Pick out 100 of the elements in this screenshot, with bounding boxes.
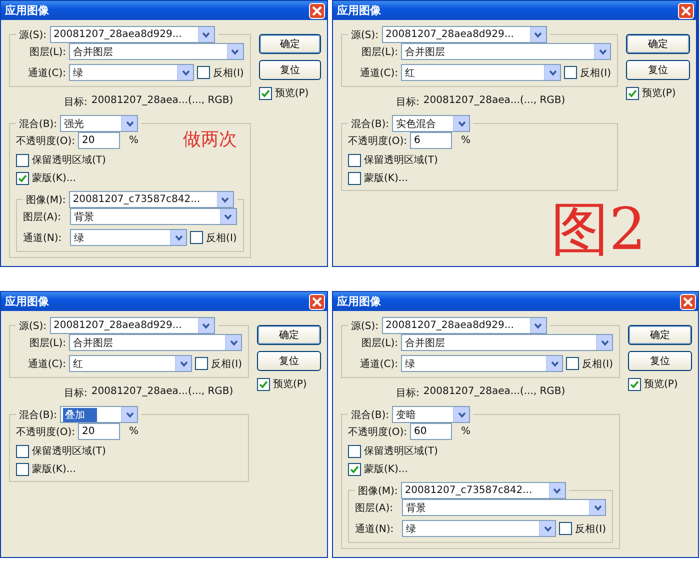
preserve-checkbox[interactable] (348, 444, 361, 458)
percent-unit: % (461, 135, 471, 146)
channel-label: 通道(C): (358, 358, 398, 370)
preview-label: 预览(P) (642, 87, 676, 100)
blend-label: 混合(B): (19, 118, 58, 130)
invert-checkbox[interactable] (195, 357, 208, 370)
dialog-button[interactable]: 确定 (628, 325, 692, 345)
dialog-button[interactable]: 确定 (257, 325, 321, 345)
preview-checkbox[interactable] (628, 378, 641, 390)
invert-checkbox[interactable] (190, 231, 204, 244)
caret-icon (546, 356, 562, 371)
preserve-label: 保留透明区域(T) (364, 154, 438, 167)
opacity-field[interactable]: 20 (78, 132, 120, 149)
source-dropdown[interactable]: 20081207_28aea8d929... (50, 26, 215, 43)
invert-checkbox[interactable] (566, 357, 580, 370)
caret-icon (453, 116, 470, 131)
channel-dropdown[interactable]: 红 (69, 355, 192, 372)
image-label: 图像(M): (26, 194, 66, 206)
mask-checkbox[interactable] (348, 462, 361, 476)
opacity-field[interactable]: 6 (410, 132, 452, 149)
caret-icon (220, 209, 236, 224)
blend-dropdown[interactable]: 叠加 (60, 406, 138, 423)
caret-icon (530, 27, 546, 42)
close-button[interactable] (680, 294, 696, 310)
dialog-button[interactable]: 确定 (626, 34, 690, 54)
layer-dropdown[interactable]: 背景 (70, 208, 237, 225)
close-button[interactable] (309, 294, 325, 310)
channel-label: 通道(C): (358, 66, 398, 80)
layer-label: 图层(L): (360, 336, 398, 350)
channel-label: 通道(N): (355, 522, 395, 536)
source-dropdown[interactable]: 20081207_28aea8d929... (382, 317, 547, 334)
preview-checkbox[interactable] (258, 86, 272, 100)
invert-label: 反相(I) (211, 358, 242, 370)
mask-checkbox[interactable] (348, 172, 361, 184)
blend-label: 混合(B): (351, 408, 390, 422)
image-dropdown[interactable]: 20081207_c73587c842... (68, 191, 234, 208)
dialog-button[interactable]: 复位 (626, 60, 690, 80)
image-dropdown[interactable]: 20081207_c73587c842... (400, 482, 566, 499)
blend-dropdown[interactable]: 实色混合 (392, 115, 470, 132)
blend-dropdown[interactable]: 强光 (60, 115, 138, 132)
dialog-button[interactable]: 复位 (628, 351, 692, 371)
source-label: 源(S): (351, 320, 379, 332)
blend-dropdown[interactable]: 变暗 (392, 406, 470, 423)
mask-checkbox[interactable] (16, 462, 29, 476)
target-label: 目标: (64, 386, 88, 400)
preserve-checkbox[interactable] (16, 444, 29, 458)
caret-icon (530, 318, 546, 333)
caret-icon (175, 356, 192, 371)
layer-dropdown[interactable]: 合并图层 (69, 334, 242, 351)
blend-label: 混合(B): (351, 118, 390, 130)
preview-label: 预览(P) (273, 378, 307, 391)
close-button[interactable] (309, 2, 325, 18)
layer-dropdown[interactable]: 合并图层 (401, 43, 611, 60)
mask-label: 蒙版(K)... (32, 462, 76, 476)
annotation-text: 图2 (551, 194, 646, 265)
caret-icon (216, 192, 233, 207)
mask-label: 蒙版(K)... (32, 172, 76, 185)
target-value: 20081207_28aea...(..., RGB) (423, 95, 566, 108)
target-label: 目标: (64, 96, 88, 109)
layer-label: 图层(A): (355, 502, 394, 514)
invert-checkbox[interactable] (564, 66, 578, 79)
blend-label: 混合(B): (19, 408, 58, 422)
invert-checkbox[interactable] (197, 66, 210, 79)
channel-dropdown[interactable]: 绿 (70, 229, 188, 246)
invert-checkbox[interactable] (559, 522, 572, 535)
preserve-checkbox[interactable] (16, 154, 29, 166)
mask-checkbox[interactable] (16, 172, 29, 184)
layer-dropdown[interactable]: 背景 (402, 499, 606, 516)
caret-icon (121, 407, 138, 422)
dialog-button[interactable]: 复位 (257, 351, 321, 371)
invert-label: 反相(I) (213, 66, 244, 80)
channel-dropdown[interactable]: 绿 (69, 64, 194, 81)
window-title: 应用图像 (5, 3, 49, 18)
preserve-label: 保留透明区域(T) (32, 154, 106, 167)
preview-label: 预览(P) (644, 378, 678, 391)
layer-dropdown[interactable]: 合并图层 (401, 334, 613, 351)
close-icon (312, 6, 322, 16)
preview-checkbox[interactable] (257, 378, 270, 390)
preserve-checkbox[interactable] (348, 154, 361, 166)
annotation-text: 做两次 (183, 128, 237, 151)
channel-dropdown[interactable]: 红 (401, 64, 562, 81)
opacity-field[interactable]: 60 (410, 423, 452, 440)
mask-label: 蒙版(K)... (364, 172, 408, 185)
caret-icon (594, 44, 610, 59)
source-dropdown[interactable]: 20081207_28aea8d929... (50, 317, 215, 334)
layer-dropdown[interactable]: 合并图层 (69, 43, 244, 60)
opacity-label: 不透明度(O): (16, 134, 76, 148)
dialog-button[interactable]: 确定 (258, 34, 321, 54)
channel-dropdown[interactable]: 绿 (402, 520, 556, 537)
caret-icon (225, 335, 241, 350)
percent-unit: % (129, 135, 139, 146)
preview-checkbox[interactable] (626, 86, 639, 100)
close-button[interactable] (678, 2, 694, 18)
caret-icon (548, 483, 565, 498)
opacity-field[interactable]: 20 (78, 423, 120, 440)
source-dropdown[interactable]: 20081207_28aea8d929... (382, 26, 547, 43)
window-title: 应用图像 (337, 294, 381, 309)
dialog-button[interactable]: 复位 (258, 60, 321, 80)
preserve-label: 保留透明区域(T) (364, 444, 438, 458)
channel-dropdown[interactable]: 绿 (401, 355, 564, 372)
